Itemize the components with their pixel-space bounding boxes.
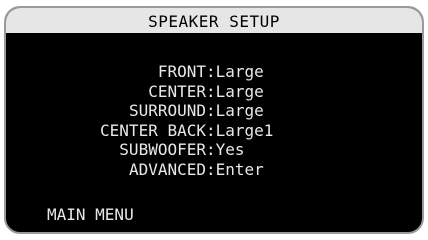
menu-item-center[interactable]: CENTER: Large: [6, 82, 422, 102]
menu-item-value: Enter: [215, 159, 264, 179]
osd-screen: SPEAKER SETUP FRONT: Large CENTER: Large S…: [4, 6, 424, 234]
menu-item-subwoofer[interactable]: SUBWOOFER: Yes: [6, 140, 422, 160]
menu-item-label: CENTER: [148, 81, 206, 101]
menu-item-value: Large: [215, 81, 264, 101]
separator: :: [206, 120, 216, 140]
menu-item-label: SURROUND: [128, 101, 206, 120]
separator: :: [206, 101, 216, 120]
separator: :: [206, 62, 216, 81]
speaker-setup-menu: FRONT: Large CENTER: Large SURROUND: Large …: [6, 62, 422, 179]
separator: :: [206, 81, 216, 101]
menu-item-value: Large1: [215, 120, 274, 140]
menu-item-label: CENTER BACK: [100, 120, 206, 140]
menu-item-front[interactable]: FRONT: Large: [6, 62, 422, 82]
menu-item-label: SUBWOOFER: [119, 140, 206, 159]
menu-item-center-back[interactable]: CENTER BACK: Large1: [6, 121, 422, 141]
separator: :: [206, 159, 216, 179]
menu-item-label: ADVANCED: [128, 159, 206, 179]
main-menu-link[interactable]: MAIN MENU: [47, 206, 134, 224]
menu-item-label: FRONT: [157, 62, 206, 81]
menu-item-value: Yes: [215, 140, 245, 159]
separator: :: [206, 140, 216, 159]
menu-item-surround[interactable]: SURROUND: Large: [6, 101, 422, 121]
menu-item-advanced[interactable]: ADVANCED: Enter: [6, 160, 422, 180]
screen-title: SPEAKER SETUP: [6, 8, 422, 33]
menu-item-value: Large: [215, 101, 264, 120]
menu-item-value: Large: [215, 62, 264, 81]
